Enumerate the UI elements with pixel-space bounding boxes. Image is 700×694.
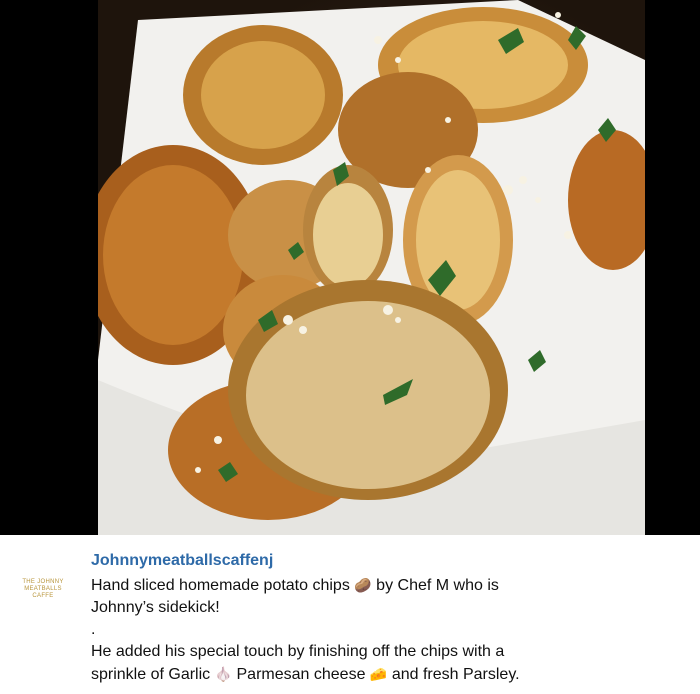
potato-chips-image — [98, 0, 645, 535]
caption-line-3: . — [91, 621, 96, 638]
avatar[interactable]: THE JOHNNY MEATBALLS CAFFE — [12, 569, 74, 609]
post-caption-area: THE JOHNNY MEATBALLS CAFFE Johnnymeatbal… — [0, 535, 700, 694]
post-photo-frame — [0, 0, 700, 535]
post-caption: Hand sliced homemade potato chips 🥔 by C… — [91, 574, 691, 686]
caption-line-4: He added his special touch by finishing … — [91, 643, 505, 660]
caption-line-2: Johnny’s sidekick! — [91, 599, 220, 616]
avatar-text-line-3: CAFFE — [32, 592, 54, 599]
caption-text: by Chef M who is — [376, 577, 499, 594]
username-link[interactable]: Johnnymeatballscaffenj — [91, 552, 273, 570]
caption-line-5: sprinkle of Garlic 🧄 Parmesan cheese 🧀 a… — [91, 663, 691, 686]
cheese-emoji-icon: 🧀 — [369, 666, 388, 682]
avatar-text-line-1: THE JOHNNY — [22, 578, 64, 585]
caption-line-1: Hand sliced homemade potato chips 🥔 by C… — [91, 574, 691, 597]
caption-text: Parmesan cheese — [236, 666, 366, 683]
caption-text: sprinkle of Garlic — [91, 666, 211, 683]
garlic-emoji-icon: 🧄 — [214, 666, 233, 682]
caption-text: Hand sliced homemade potato chips — [91, 577, 350, 594]
caption-text: and fresh Parsley. — [391, 666, 520, 683]
potato-emoji-icon: 🥔 — [354, 577, 372, 593]
avatar-text-line-2: MEATBALLS — [24, 585, 62, 592]
post-photo[interactable] — [98, 0, 645, 535]
